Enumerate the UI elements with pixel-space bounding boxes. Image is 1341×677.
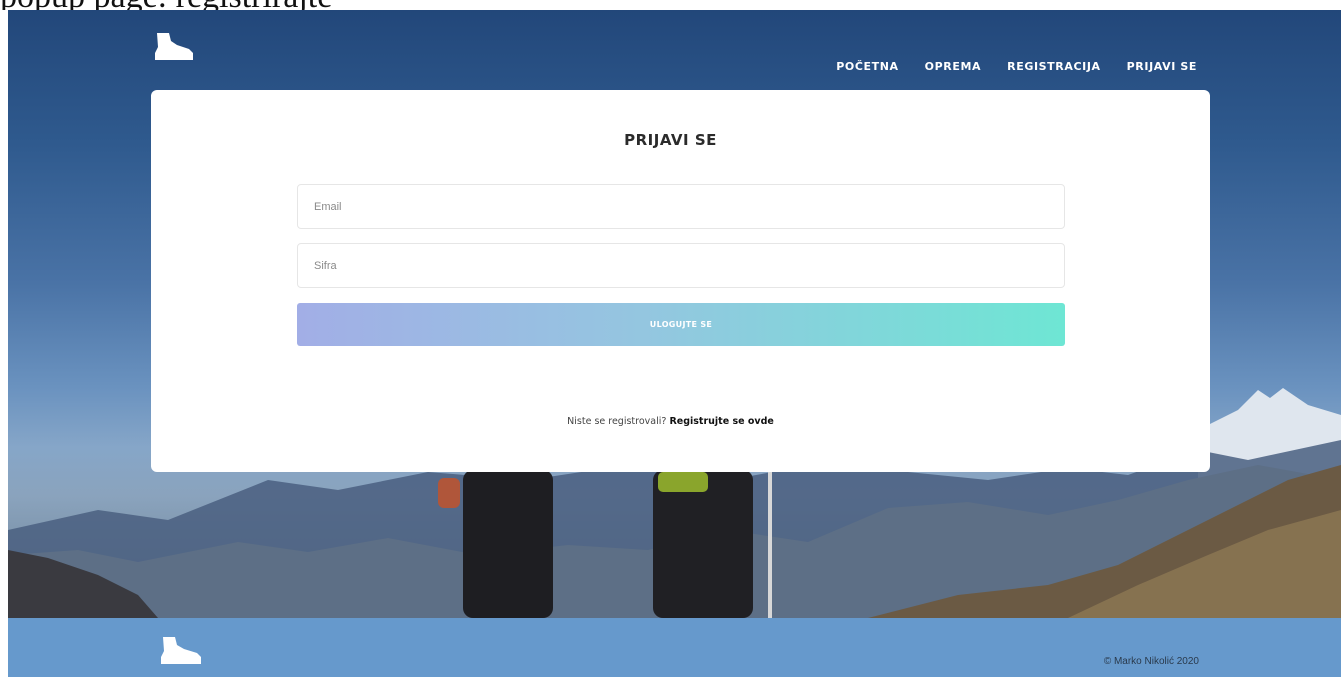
main-nav: POČETNA OPREMA REGISTRACIJA PRIJAVI SE	[836, 60, 1197, 73]
login-submit-button[interactable]: ULOGUJTE SE	[297, 303, 1065, 346]
hiking-boot-icon[interactable]	[153, 31, 195, 61]
email-field[interactable]	[297, 184, 1065, 229]
register-link[interactable]: Registrujte se ovde	[669, 416, 773, 427]
register-prompt-text: Niste se registrovali?	[567, 416, 667, 427]
page-top-strip: popup page: registrirajte	[0, 0, 1341, 10]
password-field[interactable]	[297, 243, 1065, 288]
top-strip-text: popup page: registrirajte	[0, 0, 332, 10]
register-prompt: Niste se registrovali? Registrujte se ov…	[0, 416, 1341, 427]
hiking-boot-icon[interactable]	[158, 635, 204, 665]
nav-item-registracija[interactable]: REGISTRACIJA	[1007, 60, 1101, 73]
nav-item-oprema[interactable]: OPREMA	[925, 60, 981, 73]
footer	[8, 618, 1341, 677]
login-title: PRIJAVI SE	[624, 131, 717, 149]
footer-copyright: © Marko Nikolić 2020	[1103, 656, 1199, 667]
nav-item-pocetna[interactable]: POČETNA	[836, 60, 898, 73]
nav-item-prijavi-se[interactable]: PRIJAVI SE	[1127, 60, 1197, 73]
